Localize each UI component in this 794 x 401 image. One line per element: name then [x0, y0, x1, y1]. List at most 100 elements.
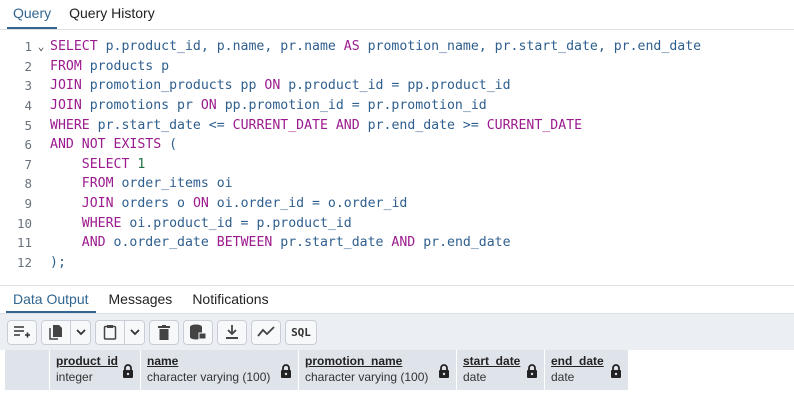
code-text: JOIN promotions pr ON pp.promotion_id = …: [50, 98, 487, 113]
line-number: 7: [24, 156, 32, 172]
sql-editor[interactable]: 1 ⌄ SELECT p.product_id, p.name, pr.name A…: [0, 31, 794, 281]
column-header[interactable]: product_id integer: [50, 350, 141, 390]
code-line[interactable]: 11 AND o.order_date BETWEEN pr.start_dat…: [0, 233, 794, 253]
sql-keyword: SELECT: [81, 156, 130, 172]
line-number: 11: [16, 235, 32, 251]
sql-text: promotion_products pp: [81, 78, 265, 94]
code-line[interactable]: 7 SELECT 1: [0, 155, 794, 175]
code-line[interactable]: 9 JOIN orders o ON oi.order_id = o.order…: [0, 194, 794, 214]
sql-keyword: FROM: [50, 58, 82, 74]
paste-button[interactable]: [95, 319, 125, 345]
line-number: 3: [24, 78, 32, 94]
sql-keyword: AND: [335, 117, 360, 133]
lock-icon: [439, 364, 449, 378]
output-panel: Data Output Messages Notifications SQL p…: [0, 285, 794, 401]
database-save-icon: [190, 324, 207, 340]
chevron-down-icon: [75, 329, 86, 336]
sql-text: order_items oi: [113, 176, 233, 192]
code-line[interactable]: 3 JOIN promotion_products pp ON p.product…: [0, 76, 794, 96]
code-text: JOIN orders o ON oi.order_id = o.order_i…: [50, 196, 408, 212]
line-number: 1: [24, 39, 32, 55]
code-text: WHERE pr.start_date <= CURRENT_DATE AND …: [50, 118, 582, 133]
sql-keyword: AND: [81, 235, 106, 251]
tab-query[interactable]: Query: [7, 5, 58, 29]
sql-text: pr.end_date >=: [359, 117, 487, 133]
lock-icon: [123, 364, 133, 378]
column-type: character varying (100): [147, 370, 271, 384]
line-number: 5: [24, 117, 32, 133]
sql-text: o.order_date: [105, 235, 217, 251]
sql-button[interactable]: SQL: [285, 319, 317, 345]
column-header[interactable]: end_date date: [545, 350, 629, 390]
tab-query-history[interactable]: Query History: [63, 5, 161, 29]
sql-keyword: AS: [343, 39, 360, 55]
sql-keyword: SELECT: [50, 39, 98, 55]
chevron-down-icon: [129, 329, 140, 336]
code-line[interactable]: 2 FROM products p: [0, 57, 794, 77]
line-number: 4: [24, 98, 32, 114]
code-line[interactable]: 1 ⌄ SELECT p.product_id, p.name, pr.name A…: [0, 37, 794, 57]
code-text: );: [50, 255, 66, 270]
code-text: AND NOT EXISTS (: [50, 137, 177, 152]
column-header[interactable]: name character varying (100): [141, 350, 299, 390]
sql-keyword: AND: [391, 235, 416, 251]
paste-options-dropdown[interactable]: [125, 319, 145, 345]
code-text: FROM order_items oi: [50, 176, 233, 191]
output-tabs: Data Output Messages Notifications: [0, 286, 794, 314]
clipboard-icon: [103, 325, 117, 340]
sql-keyword: WHERE: [50, 117, 90, 133]
column-header[interactable]: start_date date: [457, 350, 545, 390]
sql-keyword: BETWEEN: [216, 235, 273, 251]
sql-keyword: JOIN: [50, 78, 82, 94]
code-text: JOIN promotion_products pp ON p.product_…: [50, 78, 511, 93]
sql-text: p.product_id = pp.product_id: [280, 78, 511, 94]
code-line[interactable]: 8 FROM order_items oi: [0, 174, 794, 194]
lock-icon: [281, 364, 291, 378]
sql-text: pp.promotion_id = pr.promotion_id: [216, 98, 487, 114]
sql-text: (: [161, 137, 178, 153]
graph-visualiser-button[interactable]: [251, 319, 281, 345]
sql-keyword: ON: [200, 98, 217, 114]
tab-notifications[interactable]: Notifications: [185, 291, 275, 313]
copy-button[interactable]: [41, 319, 71, 345]
code-line[interactable]: 4 JOIN promotions pr ON pp.promotion_id =…: [0, 96, 794, 116]
code-text: AND o.order_date BETWEEN pr.start_date A…: [50, 235, 511, 250]
add-row-icon: [14, 326, 30, 338]
code-text: WHERE oi.product_id = p.product_id: [50, 216, 352, 231]
delete-button[interactable]: [149, 319, 179, 345]
column-name: promotion_name: [305, 354, 403, 368]
query-tool-tabs: Query Query History: [0, 0, 794, 30]
sql-text: promotions pr: [81, 98, 201, 114]
copy-options-dropdown[interactable]: [71, 319, 91, 345]
fold-chevron-icon[interactable]: ⌄: [32, 40, 50, 53]
code-line[interactable]: 5 WHERE pr.start_date <= CURRENT_DATE AND…: [0, 115, 794, 135]
tab-messages[interactable]: Messages: [102, 291, 180, 313]
sql-text: products p: [81, 58, 170, 74]
code-line[interactable]: 6 AND NOT EXISTS (: [0, 135, 794, 155]
tab-data-output[interactable]: Data Output: [6, 291, 96, 313]
data-output-toolbar: SQL: [0, 314, 794, 350]
sql-keyword: WHERE: [81, 215, 122, 231]
add-row-button[interactable]: [7, 319, 37, 345]
column-name: name: [147, 354, 179, 368]
download-button[interactable]: [217, 319, 247, 345]
sql-keyword: FROM: [81, 176, 114, 192]
sql-keyword: CURRENT_DATE: [486, 117, 583, 133]
column-header[interactable]: promotion_name character varying (100): [299, 350, 457, 390]
save-data-button[interactable]: [183, 319, 213, 345]
sql-text: promotion_name, pr.start_date, pr.end_da…: [359, 39, 702, 55]
lock-icon: [527, 364, 537, 378]
sql-text: oi.order_id = o.order_id: [208, 196, 408, 212]
code-text: SELECT p.product_id, p.name, pr.name AS …: [50, 39, 701, 54]
sql-keyword: AND NOT EXISTS: [50, 137, 162, 153]
sql-text: pr.start_date <=: [89, 117, 233, 133]
line-number: 12: [16, 254, 32, 270]
code-line[interactable]: 10 WHERE oi.product_id = p.product_id: [0, 213, 794, 233]
sql-text: oi.product_id = p.product_id: [121, 215, 352, 231]
code-line[interactable]: 12);: [0, 253, 794, 273]
